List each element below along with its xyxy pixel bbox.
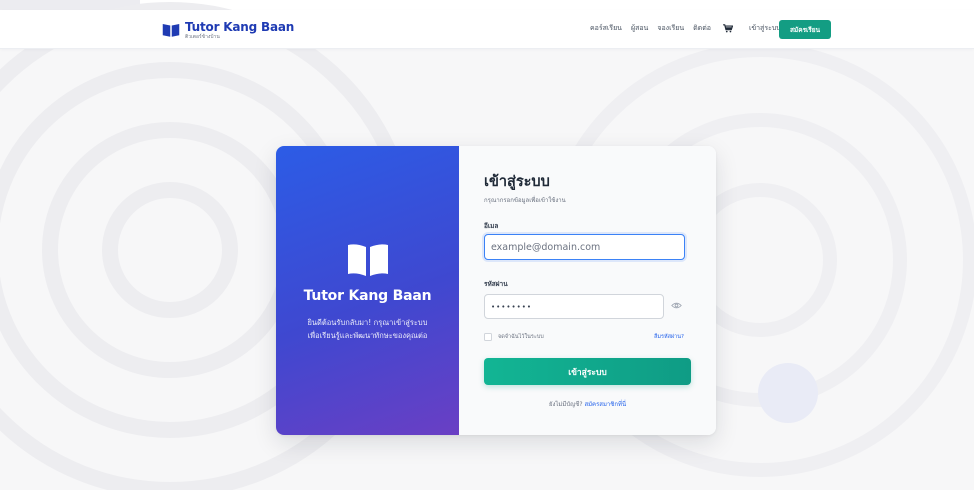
- remember-me-label[interactable]: จดจำฉันไว้ในระบบ: [498, 333, 544, 341]
- nav-contact[interactable]: ติดต่อ: [693, 23, 711, 34]
- cart-icon[interactable]: [723, 24, 733, 33]
- brand-panel: Tutor Kang Baan ยินดีต้อนรับกลับมา! กรุณ…: [276, 146, 459, 435]
- brand-title: Tutor Kang Baan: [303, 288, 432, 304]
- email-label: อีเมล: [484, 222, 499, 230]
- register-button[interactable]: สมัครเรียน: [779, 20, 831, 39]
- login-subtitle: กรุณากรอกข้อมูลเพื่อเข้าใช้งาน: [484, 197, 566, 204]
- main-nav: คอร์สเรียน ผู้สอน จองเรียน ติดต่อ เข้าสู…: [590, 23, 795, 34]
- logo-subtitle: ติวเตอร์ข้างบ้าน: [185, 33, 220, 40]
- signup-row: ยังไม่มีบัญชี? สมัครสมาชิกที่นี่: [459, 399, 716, 409]
- logo-title: Tutor Kang Baan: [185, 19, 295, 34]
- signup-prompt: ยังไม่มีบัญชี?: [548, 401, 583, 408]
- password-label: รหัสผ่าน: [484, 280, 508, 288]
- nav-booking[interactable]: จองเรียน: [657, 23, 684, 34]
- login-card: Tutor Kang Baan ยินดีต้อนรับกลับมา! กรุณ…: [276, 146, 716, 435]
- nav-courses[interactable]: คอร์สเรียน: [590, 23, 622, 34]
- email-field[interactable]: [484, 234, 685, 260]
- remember-me-row: จดจำฉันไว้ในระบบ: [484, 333, 544, 341]
- brand-desc-line-2: เพื่อเรียนรู้และพัฒนาทักษะของคุณต่อ: [307, 331, 428, 340]
- book-logo-icon: [162, 24, 180, 37]
- login-title: เข้าสู่ระบบ: [484, 174, 550, 190]
- forgot-password-link[interactable]: ลืมรหัสผ่าน?: [654, 333, 684, 341]
- password-field[interactable]: [484, 294, 664, 319]
- login-submit-button[interactable]: เข้าสู่ระบบ: [484, 358, 691, 385]
- open-book-icon: [348, 244, 388, 276]
- login-form-panel: เข้าสู่ระบบ กรุณากรอกข้อมูลเพื่อเข้าใช้ง…: [459, 146, 716, 435]
- brand-description: ยินดีต้อนรับกลับมา! กรุณาเข้าสู่ระบบ เพื…: [276, 316, 459, 342]
- site-header: Tutor Kang Baan ติวเตอร์ข้างบ้าน คอร์สเร…: [0, 10, 974, 49]
- signup-link[interactable]: สมัครสมาชิกที่นี่: [584, 401, 626, 408]
- eye-icon[interactable]: [671, 301, 682, 310]
- nav-tutors[interactable]: ผู้สอน: [631, 23, 648, 34]
- remember-me-checkbox[interactable]: [484, 333, 492, 341]
- site-logo[interactable]: Tutor Kang Baan ติวเตอร์ข้างบ้าน: [162, 19, 294, 41]
- nav-login-link[interactable]: เข้าสู่ระบบ: [749, 23, 781, 34]
- brand-desc-line-1: ยินดีต้อนรับกลับมา! กรุณาเข้าสู่ระบบ: [307, 318, 428, 327]
